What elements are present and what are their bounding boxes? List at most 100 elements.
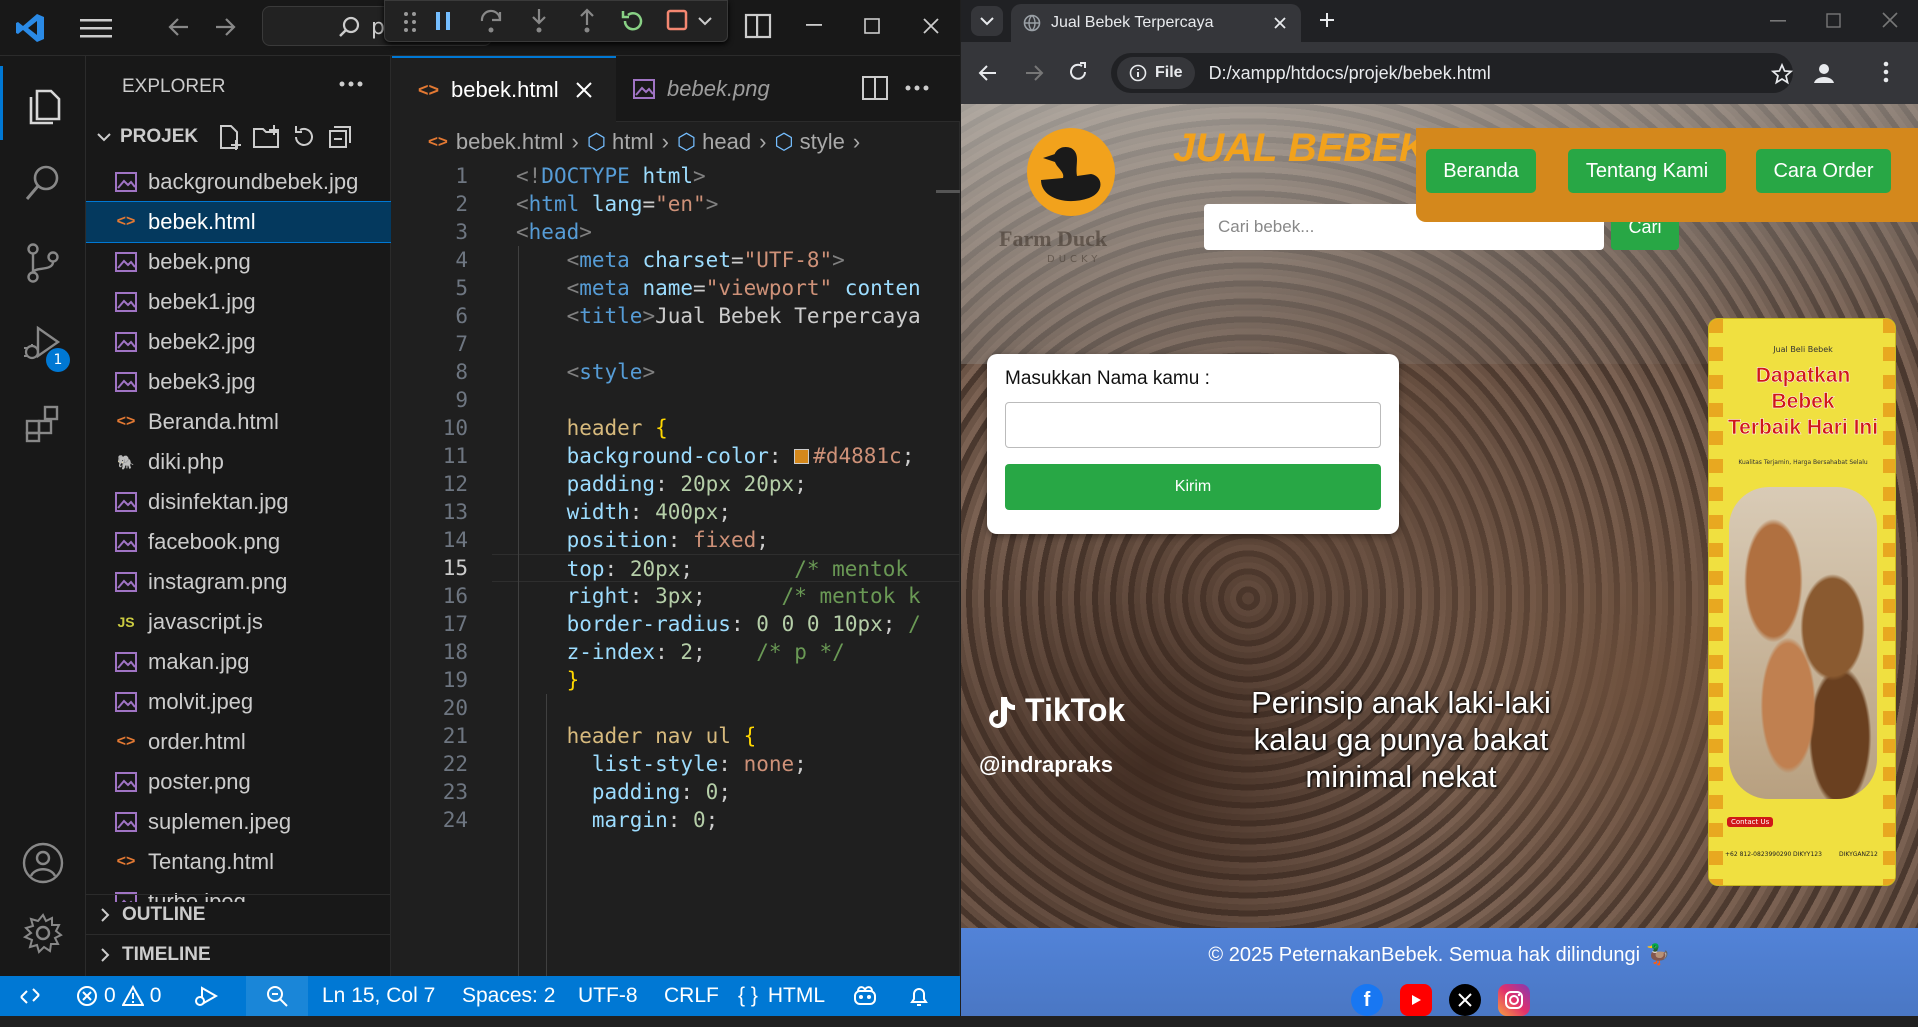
file-item[interactable]: poster.png <box>86 762 391 802</box>
breadcrumb-item[interactable]: head <box>702 129 751 155</box>
code-line[interactable]: } <box>516 666 580 694</box>
file-item[interactable]: instagram.png <box>86 562 391 602</box>
browser-close-icon[interactable] <box>1882 12 1898 28</box>
step-over-icon[interactable] <box>477 7 505 35</box>
pause-icon[interactable] <box>433 9 455 33</box>
address-bar[interactable]: File D:/xampp/htdocs/projek/bebek.html <box>1111 53 1793 93</box>
drag-handle-icon[interactable] <box>403 11 417 33</box>
file-item[interactable]: JS javascript.js <box>86 602 391 642</box>
outline-section[interactable]: OUTLINE <box>86 894 391 934</box>
notifications-bell-icon[interactable] <box>908 976 930 1016</box>
code-line[interactable]: padding: 20px 20px; <box>516 470 807 498</box>
site-info-chip[interactable]: File <box>1117 57 1195 89</box>
code-line[interactable]: padding: 0; <box>516 778 731 806</box>
run-debug-icon[interactable]: 1 <box>0 306 86 380</box>
refresh-icon[interactable] <box>290 123 318 151</box>
code-line[interactable]: <title>Jual Bebek Terpercaya <box>516 302 921 330</box>
file-item[interactable]: makan.jpg <box>86 642 391 682</box>
profile-icon[interactable] <box>1811 60 1837 86</box>
chevron-down-icon[interactable] <box>697 13 713 29</box>
split-editor-icon[interactable] <box>862 76 888 100</box>
source-control-icon[interactable] <box>0 226 86 300</box>
facebook-icon[interactable]: f <box>1351 984 1383 1016</box>
menu-icon[interactable] <box>80 16 112 40</box>
code-line[interactable]: <style> <box>516 358 656 386</box>
new-tab-icon[interactable] <box>1317 10 1337 30</box>
forward-arrow-icon[interactable] <box>212 14 238 40</box>
problems-indicator[interactable]: 0 0 <box>76 976 161 1016</box>
instagram-icon[interactable] <box>1498 984 1530 1016</box>
browser-minimize-icon[interactable] <box>1770 20 1786 24</box>
close-tab-icon[interactable] <box>575 81 593 99</box>
browser-back-icon[interactable] <box>977 62 999 84</box>
line-ending[interactable]: CRLF <box>664 976 719 1016</box>
editor-more-icon[interactable] <box>904 82 930 94</box>
code-line[interactable]: <meta name="viewport" conten <box>516 274 921 302</box>
code-line[interactable]: top: 20px; /* mentok <box>492 554 960 582</box>
x-twitter-icon[interactable] <box>1449 984 1481 1016</box>
browser-forward-icon[interactable] <box>1023 62 1045 84</box>
nav-cara-order[interactable]: Cara Order <box>1756 149 1891 193</box>
file-item[interactable]: bebek2.jpg <box>86 322 391 362</box>
step-into-icon[interactable] <box>525 7 553 35</box>
code-line[interactable]: right: 3px; /* mentok k <box>516 582 921 610</box>
file-item[interactable]: <> Beranda.html <box>86 402 391 442</box>
search-sidebar-icon[interactable] <box>0 146 86 220</box>
code-line[interactable]: header nav ul { <box>516 722 757 750</box>
cursor-position[interactable]: Ln 15, Col 7 <box>322 976 435 1016</box>
promo-poster[interactable]: Jual Beli Bebek Dapatkan Bebek Terbaik H… <box>1708 318 1896 886</box>
code-line[interactable]: border-radius: 0 0 0 10px; / <box>516 610 921 638</box>
settings-gear-icon[interactable] <box>0 896 86 970</box>
timeline-section[interactable]: TIMELINE <box>86 934 391 974</box>
close-tab-icon[interactable] <box>1273 16 1287 30</box>
minimize-icon[interactable] <box>806 24 822 28</box>
folder-header[interactable]: PROJEK <box>86 120 391 154</box>
browser-menu-icon[interactable] <box>1883 60 1889 84</box>
toggle-panel-icon[interactable] <box>744 12 772 40</box>
remote-indicator[interactable] <box>0 976 60 1016</box>
back-arrow-icon[interactable] <box>166 14 192 40</box>
maximize-icon[interactable] <box>864 18 880 34</box>
file-item[interactable]: facebook.png <box>86 522 391 562</box>
file-item[interactable]: bebek.png <box>86 242 391 282</box>
accounts-icon[interactable] <box>0 826 86 900</box>
color-swatch[interactable] <box>794 449 810 464</box>
code-line[interactable]: position: fixed; <box>516 526 769 554</box>
nav-beranda[interactable]: Beranda <box>1426 149 1536 193</box>
file-item[interactable]: <> order.html <box>86 722 391 762</box>
youtube-icon[interactable] <box>1400 984 1432 1016</box>
file-item[interactable]: bebek1.jpg <box>86 282 391 322</box>
file-item[interactable]: suplemen.jpeg <box>86 802 391 842</box>
file-item[interactable]: backgroundbebek.jpg <box>86 162 391 202</box>
copilot-icon[interactable] <box>852 976 878 1016</box>
restart-icon[interactable] <box>619 7 647 35</box>
file-item[interactable]: bebek3.jpg <box>86 362 391 402</box>
zoom-icon[interactable] <box>246 976 308 1016</box>
extensions-icon[interactable] <box>0 386 86 460</box>
code-line[interactable]: list-style: none; <box>516 750 807 778</box>
new-file-icon[interactable] <box>216 123 244 151</box>
reload-icon[interactable] <box>1067 61 1089 83</box>
file-item[interactable]: disinfektan.jpg <box>86 482 391 522</box>
tab-search-button[interactable] <box>971 6 1003 36</box>
encoding[interactable]: UTF-8 <box>578 976 638 1016</box>
nav-tentang-kami[interactable]: Tentang Kami <box>1568 149 1726 193</box>
browser-tab-active[interactable]: Jual Bebek Terpercaya <box>1011 4 1301 42</box>
browser-maximize-icon[interactable] <box>1826 13 1842 29</box>
code-line[interactable]: background-color: #d4881c; <box>516 442 915 470</box>
file-item[interactable]: 🐘 diki.php <box>86 442 391 482</box>
code-line[interactable]: <head> <box>516 218 592 246</box>
language-mode[interactable]: { } HTML <box>738 976 825 1016</box>
collapse-all-icon[interactable] <box>326 123 354 151</box>
breadcrumb-item[interactable]: bebek.html <box>456 129 564 155</box>
code-line[interactable]: <!DOCTYPE html> <box>516 162 706 190</box>
bookmark-star-icon[interactable] <box>1771 63 1793 85</box>
tab-bebek-html[interactable]: <> bebek.html <box>392 56 616 122</box>
file-item[interactable]: molvit.jpeg <box>86 682 391 722</box>
code-line[interactable]: z-index: 2; /* p */ <box>516 638 845 666</box>
code-editor[interactable]: 1 <!DOCTYPE html> 2 <html lang="en"> 3 <head>… <box>392 162 960 976</box>
submit-button[interactable]: Kirim <box>1005 464 1381 510</box>
code-line[interactable]: width: 400px; <box>516 498 731 526</box>
breadcrumb-item[interactable]: style <box>800 129 845 155</box>
file-item[interactable]: <> Tentang.html <box>86 842 391 882</box>
